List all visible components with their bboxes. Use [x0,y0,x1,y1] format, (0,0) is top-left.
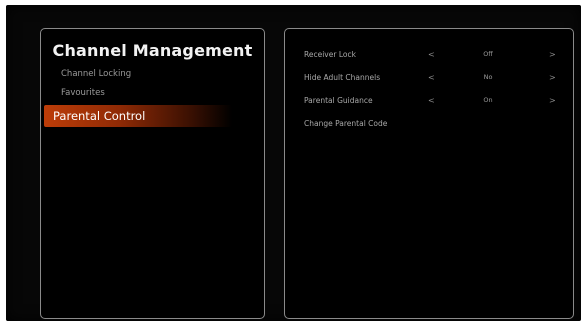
parental-control-settings: Receiver Lock < Off > Hide Adult Channel… [284,28,574,319]
setting-change-parental-code[interactable]: Change Parental Code [285,112,573,135]
setting-receiver-lock[interactable]: Receiver Lock < Off > [285,43,573,66]
chevron-right-icon[interactable]: > [549,89,556,112]
setting-hide-adult-channels[interactable]: Hide Adult Channels < No > [285,66,573,89]
menu-item-parental-control[interactable]: Parental Control [44,105,232,127]
page-title: Channel Management [52,41,253,60]
chevron-left-icon[interactable]: < [428,89,435,112]
setting-label: Parental Guidance [304,96,373,105]
setting-label: Hide Adult Channels [304,73,381,82]
setting-label: Change Parental Code [304,119,388,128]
tv-screen: Channel Management Channel Locking Favou… [6,5,581,321]
setting-parental-guidance[interactable]: Parental Guidance < On > [285,89,573,112]
setting-value: On [483,96,493,104]
chevron-right-icon[interactable]: > [549,66,556,89]
channel-management-menu: Channel Management Channel Locking Favou… [40,28,265,319]
menu-item-favourites[interactable]: Favourites [41,84,264,103]
setting-label: Receiver Lock [304,50,356,59]
menu-item-channel-locking[interactable]: Channel Locking [41,65,264,84]
chevron-right-icon[interactable]: > [549,43,556,66]
chevron-left-icon[interactable]: < [428,66,435,89]
settings-list: Receiver Lock < Off > Hide Adult Channel… [285,43,573,135]
setting-value: No [483,73,493,81]
menu-list: Channel Locking Favourites Parental Cont… [41,65,264,127]
chevron-left-icon[interactable]: < [428,43,435,66]
setting-value: Off [483,50,493,58]
